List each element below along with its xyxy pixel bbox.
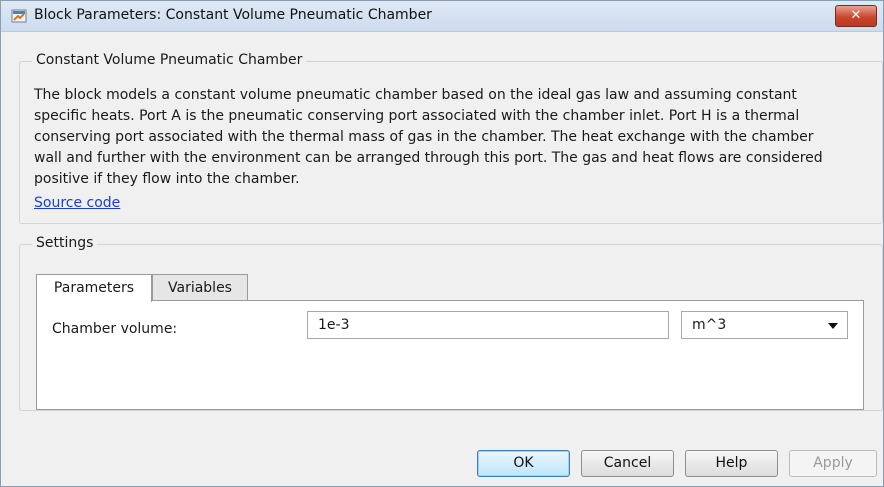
- block-name-heading: Constant Volume Pneumatic Chamber: [32, 52, 307, 68]
- description-line: conserving port associated with the ther…: [34, 129, 814, 145]
- cancel-button[interactable]: Cancel: [581, 450, 674, 477]
- block-description-group: Constant Volume Pneumatic Chamber The bl…: [19, 52, 883, 224]
- simulink-block-icon: [11, 9, 27, 23]
- close-button[interactable]: ✕: [835, 5, 877, 27]
- chamber-volume-unit-select[interactable]: m^3: [681, 311, 848, 339]
- chamber-volume-input[interactable]: 1e-3: [307, 311, 669, 339]
- help-button[interactable]: Help: [685, 450, 778, 477]
- chevron-down-icon: [828, 323, 838, 329]
- tab-parameters[interactable]: Parameters: [36, 274, 152, 302]
- close-icon: ✕: [850, 8, 862, 23]
- parameters-panel: Chamber volume: 1e-3 m^3: [36, 300, 864, 410]
- tab-variables[interactable]: Variables: [152, 274, 248, 301]
- description-line: The block models a constant volume pneum…: [34, 87, 797, 103]
- unit-value: m^3: [692, 317, 727, 333]
- dialog-window: Block Parameters: Constant Volume Pneuma…: [0, 0, 884, 487]
- block-description: The block models a constant volume pneum…: [34, 85, 864, 190]
- settings-heading: Settings: [32, 235, 98, 251]
- source-code-link[interactable]: Source code: [34, 195, 120, 211]
- chamber-volume-label: Chamber volume:: [52, 321, 178, 337]
- description-line: specific heats. Port A is the pneumatic …: [34, 108, 800, 124]
- window-title: Block Parameters: Constant Volume Pneuma…: [34, 7, 432, 23]
- apply-button[interactable]: Apply: [789, 450, 877, 477]
- settings-group: Settings Parameters Variables Chamber vo…: [19, 235, 883, 411]
- title-bar[interactable]: Block Parameters: Constant Volume Pneuma…: [1, 1, 883, 32]
- ok-button[interactable]: OK: [477, 450, 570, 477]
- description-line: positive if they flow into the chamber.: [34, 171, 300, 187]
- description-line: wall and further with the environment ca…: [34, 150, 823, 166]
